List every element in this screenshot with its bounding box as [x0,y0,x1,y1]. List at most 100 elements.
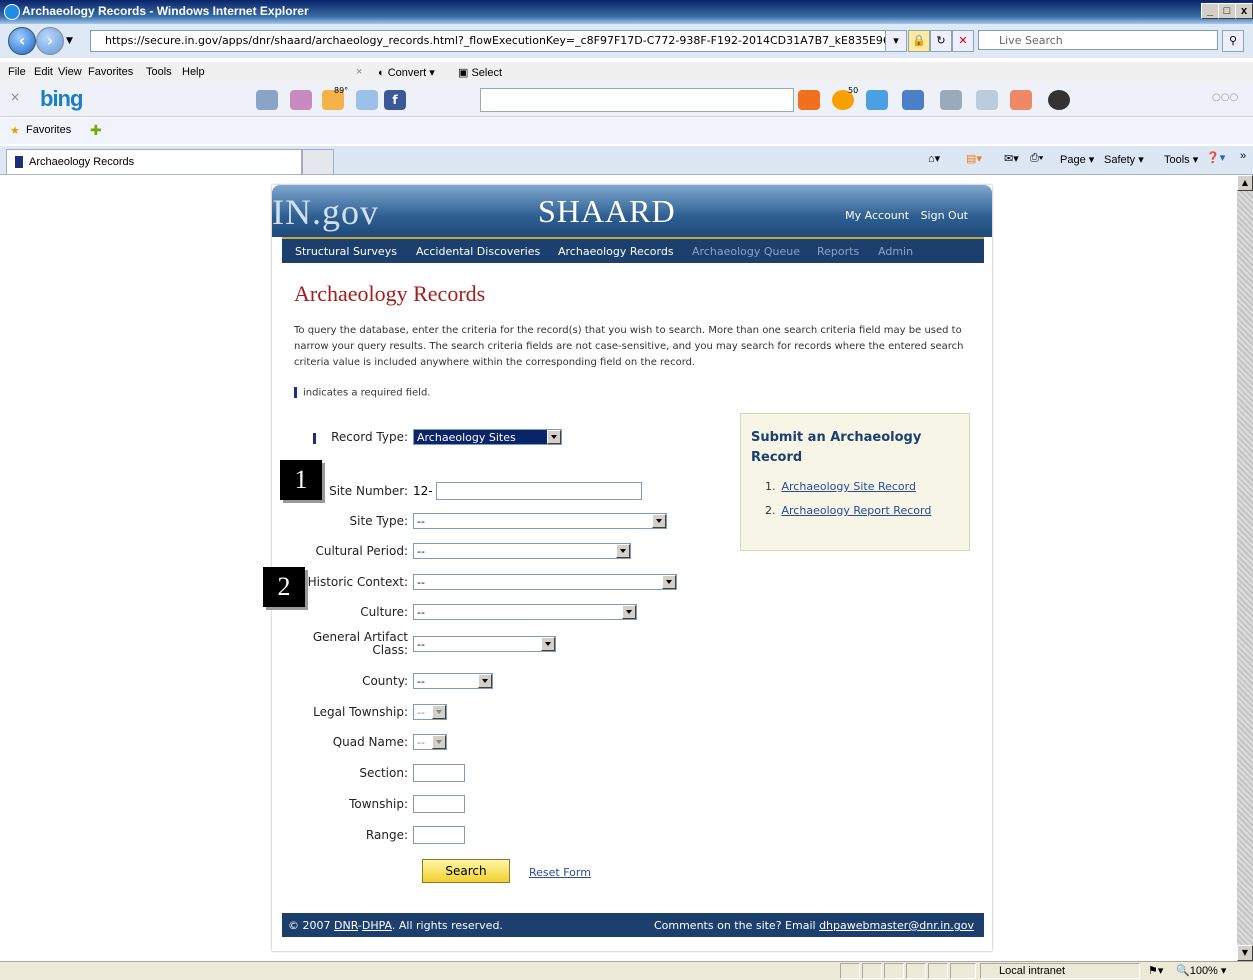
like-icon[interactable] [866,90,888,110]
webmaster-email-link[interactable]: dhpawebmaster@dnr.in.gov [819,919,974,932]
site-number-prefix: 12- [413,484,433,498]
maximize-button[interactable]: □ [1218,3,1236,19]
county-select[interactable]: -- [413,673,493,689]
menu-tools[interactable]: Tools [146,66,172,78]
section-input[interactable] [413,764,465,782]
range-input[interactable] [413,826,465,844]
quad-name-label: Quad Name: [332,735,408,749]
page-menu[interactable]: Page ▾ [1060,153,1094,166]
legal-township-select[interactable]: -- [413,704,447,720]
more-icon[interactable]: ○○○ [1212,92,1238,103]
dhpa-link[interactable]: DHPA [362,919,392,932]
in-gov-logo[interactable]: IN.gov [272,191,379,233]
address-dropdown-icon[interactable]: ▾ [885,30,907,52]
add-favorites-icon[interactable]: ✚ [90,122,102,139]
toolbar-news-icon[interactable] [356,90,378,110]
archaeology-report-record-link[interactable]: Archaeology Report Record [782,504,932,517]
feeds-icon[interactable]: ▤▾ [966,152,982,165]
refresh-icon[interactable]: ↻ [930,30,952,52]
menu-favorites[interactable]: Favorites [88,66,133,78]
forward-icon[interactable]: › [36,27,64,55]
site-type-select[interactable]: -- [413,513,667,529]
zoom-level[interactable]: 🔍100% ▾ [1176,964,1226,977]
nav-archaeology-records[interactable]: Archaeology Records [558,245,674,258]
site-header: IN.gov SHAARD My Account Sign Out [272,185,992,237]
tab-archaeology-records[interactable]: Archaeology Records [6,149,302,174]
required-marker-icon [294,387,297,398]
township-label: Township: [349,797,408,811]
toolbar-chart-icon[interactable] [976,90,998,110]
bing-search-icon[interactable] [798,90,820,110]
toolbar-map-icon[interactable] [290,90,312,110]
nav-admin[interactable]: Admin [878,245,913,258]
chat-icon[interactable] [902,90,924,110]
tools-menu[interactable]: Tools ▾ [1164,153,1198,166]
site-number-input[interactable] [436,482,642,500]
main-nav: Structural Surveys Accidental Discoverie… [282,237,984,263]
nav-structural-surveys[interactable]: Structural Surveys [295,245,397,258]
notification-icon[interactable]: 50 [832,86,858,110]
cultural-period-select[interactable]: -- [413,543,631,559]
close-toolbar-icon[interactable]: × [356,66,362,78]
toolbar-game-icon[interactable] [1048,90,1070,110]
nav-archaeology-queue[interactable]: Archaeology Queue [692,245,800,258]
township-input[interactable] [413,795,465,813]
back-icon[interactable]: ‹ [8,27,36,55]
live-search-input[interactable]: Live Search [978,30,1218,50]
new-tab-button[interactable] [302,149,334,174]
lock-icon[interactable]: 🔒 [908,30,930,52]
menu-file[interactable]: File [8,66,26,78]
search-icon[interactable]: ⚲ [1222,30,1244,52]
main-content: Archaeology Records To query the databas… [282,263,984,913]
toolbar-image-icon[interactable] [940,90,962,110]
stop-icon[interactable]: ✕ [952,30,974,52]
dnr-link[interactable]: DNR [334,919,358,932]
culture-select[interactable]: -- [413,604,637,620]
weather-icon[interactable]: 89° [322,86,348,110]
security-zone[interactable]: Local intranet [980,963,1140,979]
sign-out-link[interactable]: Sign Out [921,209,968,222]
minimize-button[interactable]: _ [1201,3,1219,19]
safety-menu[interactable]: Safety ▾ [1104,153,1144,166]
favorites-button[interactable]: Favorites [26,124,71,136]
archaeology-site-record-link[interactable]: Archaeology Site Record [782,480,916,493]
recent-pages-icon[interactable]: ▼ [66,36,73,46]
vertical-scrollbar[interactable]: ▲ ▼ [1237,175,1253,961]
close-toolbar-icon[interactable]: × [10,90,20,104]
record-type-select[interactable]: Archaeology Sites [413,429,562,445]
menu-help[interactable]: Help [182,66,205,78]
bing-search-input[interactable] [480,88,794,112]
close-button[interactable]: x [1235,3,1253,19]
my-account-link[interactable]: My Account [845,209,909,222]
help-icon[interactable]: ❓▾ [1206,151,1225,164]
window-title-bar: Archaeology Records - Windows Internet E… [0,0,1253,24]
status-cell [884,963,904,979]
general-artifact-class-select[interactable]: -- [413,636,556,652]
toolbar-tool-icon[interactable] [256,90,278,110]
quad-name-select[interactable]: -- [413,734,447,750]
nav-accidental-discoveries[interactable]: Accidental Discoveries [416,245,540,258]
submit-record-heading: Submit an Archaeology Record [751,430,922,465]
address-toolbar: ‹ › ▼ https://secure.in.gov/apps/dnr/sha… [0,24,1253,58]
menu-edit[interactable]: Edit [34,66,53,78]
menu-view[interactable]: View [58,66,82,78]
scroll-down-icon[interactable]: ▼ [1237,945,1253,961]
page-title: Archaeology Records [294,281,486,306]
home-icon[interactable]: ⌂▾ [928,152,940,165]
scroll-up-icon[interactable]: ▲ [1237,175,1253,191]
mail-icon[interactable]: ✉▾ [1004,152,1019,165]
chevron-more-icon[interactable]: » [1240,150,1246,162]
toolbar-bird-icon[interactable] [1010,90,1032,110]
reset-form-link[interactable]: Reset Form [529,866,591,879]
address-bar[interactable]: https://secure.in.gov/apps/dnr/shaard/ar… [90,30,896,52]
select-button[interactable]: ▣ Select [458,66,502,79]
bing-logo[interactable]: bing [40,86,83,112]
nav-reports[interactable]: Reports [817,245,859,258]
convert-button[interactable]: ◐ Convert ▾ [378,66,435,79]
protected-mode-icon[interactable]: ⚑▾ [1148,964,1163,977]
cultural-period-label: Cultural Period: [315,544,408,558]
historic-context-select[interactable]: -- [413,574,677,590]
search-button[interactable]: Search [422,859,510,883]
print-icon[interactable]: ⎙▾ [1030,152,1043,165]
facebook-icon[interactable]: f [384,90,406,110]
